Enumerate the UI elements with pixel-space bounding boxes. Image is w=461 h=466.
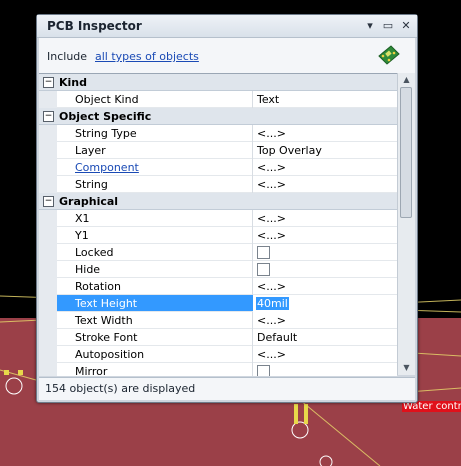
property-value[interactable]: <...> <box>257 161 286 174</box>
minus-box-icon[interactable]: − <box>43 196 54 207</box>
property-row-text-width[interactable]: Text Width <...> <box>39 312 397 329</box>
hide-checkbox[interactable] <box>257 263 270 276</box>
scroll-down-icon[interactable]: ▼ <box>401 362 412 373</box>
category-kind[interactable]: − Kind <box>39 74 397 91</box>
property-value[interactable]: <...> <box>257 280 286 293</box>
scroll-up-icon[interactable]: ▲ <box>401 74 412 85</box>
minus-box-icon[interactable]: − <box>43 77 54 88</box>
property-row-mirror[interactable]: Mirror <box>39 363 397 376</box>
property-row-text-height[interactable]: Text Height 40mil <box>39 295 397 312</box>
property-value[interactable]: Text <box>257 93 279 106</box>
property-name: String <box>75 178 108 191</box>
properties-grid: − Kind Object Kind Text − Object Specifi… <box>39 73 397 376</box>
panel-titlebar[interactable]: PCB Inspector ▾ ▭ ✕ <box>37 15 417 38</box>
property-name: String Type <box>75 127 137 140</box>
property-name: Text Width <box>75 314 133 327</box>
property-row-object-kind[interactable]: Object Kind Text <box>39 91 397 108</box>
property-name: Object Kind <box>75 93 139 106</box>
property-value[interactable]: <...> <box>257 314 286 327</box>
property-row-string-type[interactable]: String Type <...> <box>39 125 397 142</box>
vertical-scrollbar[interactable]: ▲ ▼ <box>397 73 415 375</box>
category-label: Graphical <box>59 195 119 208</box>
component-link[interactable]: Component <box>75 161 139 174</box>
mirror-checkbox[interactable] <box>257 365 270 376</box>
text-height-input[interactable]: 40mil <box>253 295 397 312</box>
panel-title: PCB Inspector <box>47 19 142 33</box>
property-name: Stroke Font <box>75 331 138 344</box>
category-graphical[interactable]: − Graphical <box>39 193 397 210</box>
property-row-x1[interactable]: X1 <...> <box>39 210 397 227</box>
property-row-string[interactable]: String <...> <box>39 176 397 193</box>
property-name: Text Height <box>75 297 138 310</box>
property-value[interactable]: <...> <box>257 127 286 140</box>
include-filter-bar: Include all types of objects <box>39 38 415 75</box>
property-value[interactable]: <...> <box>257 348 286 361</box>
property-value[interactable]: Default <box>257 331 297 344</box>
property-name: Hide <box>75 263 101 276</box>
property-row-y1[interactable]: Y1 <...> <box>39 227 397 244</box>
property-value[interactable]: Top Overlay <box>257 144 322 157</box>
property-row-layer[interactable]: Layer Top Overlay <box>39 142 397 159</box>
property-name: Locked <box>75 246 114 259</box>
pin-icon[interactable]: ▭ <box>381 19 395 33</box>
property-name: Layer <box>75 144 106 157</box>
close-icon[interactable]: ✕ <box>399 19 413 33</box>
pcb-inspector-panel: PCB Inspector ▾ ▭ ✕ Include all types of… <box>36 14 418 403</box>
property-row-stroke-font[interactable]: Stroke Font Default <box>39 329 397 346</box>
property-row-rotation[interactable]: Rotation <...> <box>39 278 397 295</box>
minus-box-icon[interactable]: − <box>43 111 54 122</box>
property-value[interactable]: <...> <box>257 229 286 242</box>
status-text: 154 object(s) are displayed <box>45 382 196 395</box>
pcb-board-icon <box>378 45 400 65</box>
include-label: Include <box>47 50 88 63</box>
scroll-thumb[interactable] <box>400 87 412 218</box>
property-row-component[interactable]: Component <...> <box>39 159 397 176</box>
property-name: Mirror <box>75 365 108 376</box>
status-bar: 154 object(s) are displayed <box>39 377 415 400</box>
text-height-value[interactable]: 40mil <box>256 297 289 310</box>
property-value[interactable]: <...> <box>257 178 286 191</box>
property-name: X1 <box>75 212 90 225</box>
include-filter-link[interactable]: all types of objects <box>95 50 199 63</box>
property-value[interactable]: <...> <box>257 212 286 225</box>
property-name: Autoposition <box>75 348 145 361</box>
property-row-autoposition[interactable]: Autoposition <...> <box>39 346 397 363</box>
property-name: Y1 <box>75 229 89 242</box>
property-row-hide[interactable]: Hide <box>39 261 397 278</box>
category-label: Object Specific <box>59 110 152 123</box>
category-object-specific[interactable]: − Object Specific <box>39 108 397 125</box>
panel-menu-icon[interactable]: ▾ <box>363 19 377 33</box>
category-label: Kind <box>59 76 87 89</box>
property-row-locked[interactable]: Locked <box>39 244 397 261</box>
property-name: Rotation <box>75 280 122 293</box>
locked-checkbox[interactable] <box>257 246 270 259</box>
